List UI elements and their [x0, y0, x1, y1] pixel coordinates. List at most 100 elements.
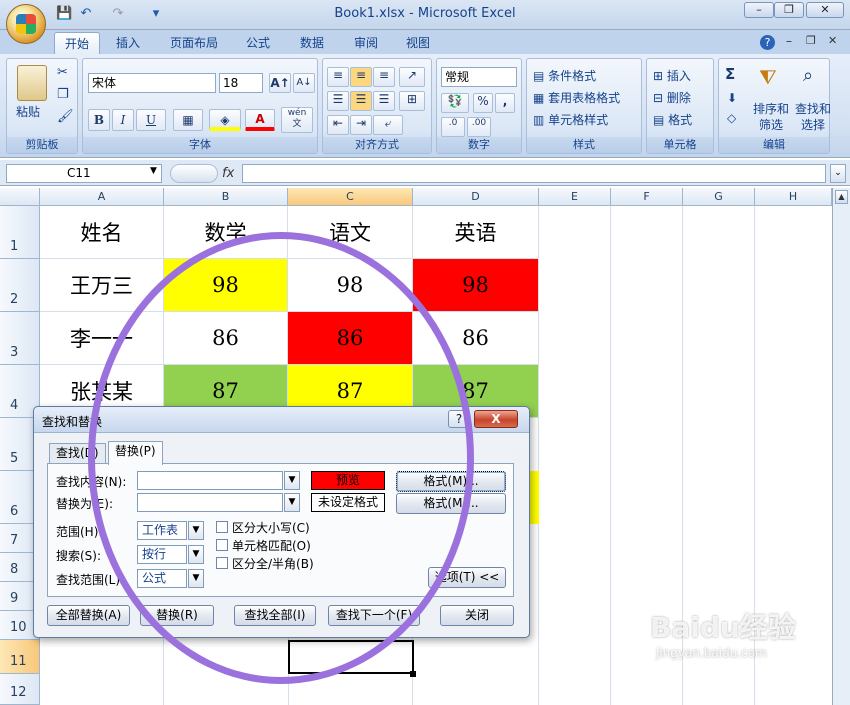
border-button[interactable]: ▦ — [173, 109, 203, 131]
column-header-h[interactable]: H — [755, 188, 832, 206]
expand-formula-icon[interactable]: ⌄ — [830, 164, 846, 183]
percent-button[interactable]: % — [473, 93, 493, 113]
orientation-button[interactable]: ↗ — [399, 67, 425, 87]
underline-button[interactable]: U — [136, 109, 166, 131]
font-color-button[interactable]: A — [245, 109, 275, 131]
copy-icon[interactable]: ❐ — [57, 87, 69, 102]
tab-home[interactable]: 开始 — [54, 32, 101, 54]
row-header-2[interactable]: 2 — [0, 259, 40, 312]
paste-label[interactable]: 粘贴 — [16, 103, 40, 120]
decrease-decimal-button[interactable]: .00 — [467, 117, 491, 137]
ribbon-minimize-icon[interactable]: – — [786, 34, 792, 48]
name-box[interactable]: C11 — [6, 164, 162, 183]
active-cell-c11[interactable] — [288, 640, 414, 674]
increase-indent-button[interactable]: ⇥ — [350, 115, 372, 135]
within-dropdown-icon[interactable]: ▼ — [188, 521, 204, 540]
dialog-close-button[interactable]: X — [474, 410, 518, 428]
currency-button[interactable]: 💱 — [441, 93, 469, 113]
format-painter-icon[interactable]: 🖌 — [57, 109, 74, 124]
column-header-c[interactable]: C — [288, 188, 413, 206]
column-header-f[interactable]: F — [611, 188, 683, 206]
tab-review[interactable]: 审阅 — [344, 32, 388, 54]
phonetic-button[interactable]: wén 文 — [281, 107, 313, 133]
align-right-button[interactable]: ☰ — [373, 91, 395, 111]
cell-d2[interactable]: 98 — [413, 259, 539, 312]
insert-function-icon[interactable]: fx — [222, 166, 234, 181]
find-next-button[interactable]: 查找下一个(F) — [328, 605, 420, 626]
replace-with-input[interactable] — [137, 493, 283, 512]
tab-replace[interactable]: 替换(P) — [108, 441, 163, 465]
shrink-font-button[interactable]: A↓ — [293, 73, 315, 93]
help-icon[interactable]: ? — [760, 35, 775, 50]
dialog-close-text-button[interactable]: 关闭 — [440, 605, 514, 626]
paste-icon[interactable] — [17, 65, 47, 101]
cell-b2[interactable]: 98 — [164, 259, 288, 312]
row-header-1[interactable]: 1 — [0, 206, 40, 259]
cell-d3[interactable]: 86 — [413, 312, 539, 365]
row-header-3[interactable]: 3 — [0, 312, 40, 365]
formula-divider-handle[interactable] — [170, 164, 218, 183]
find-all-button[interactable]: 查找全部(I) — [234, 605, 316, 626]
cell-b1[interactable]: 数学 — [164, 206, 288, 259]
cell-c1[interactable]: 语文 — [288, 206, 413, 259]
font-size-select[interactable]: 18 — [219, 73, 263, 93]
increase-decimal-button[interactable]: .0 — [441, 117, 465, 137]
align-left-button[interactable]: ☰ — [327, 91, 349, 111]
delete-cells-button[interactable]: ⊟ 删除 — [653, 89, 691, 106]
cell-c2[interactable]: 98 — [288, 259, 413, 312]
search-dropdown-icon[interactable]: ▼ — [188, 545, 204, 564]
minimize-button[interactable]: – — [744, 2, 774, 18]
match-byte-label[interactable]: 区分全/半角(B) — [232, 555, 314, 572]
find-select-label[interactable]: 查找和 选择 — [795, 101, 831, 133]
cut-icon[interactable]: ✂ — [57, 65, 68, 80]
row-header-12[interactable]: 12 — [0, 674, 40, 705]
search-select[interactable]: 按行 — [137, 545, 187, 564]
replace-button[interactable]: 替换(R) — [140, 605, 214, 626]
replace-format-button[interactable]: 格式(M)... — [396, 493, 506, 514]
ribbon-close-icon[interactable]: ✕ — [828, 34, 837, 47]
match-case-label[interactable]: 区分大小写(C) — [232, 519, 310, 536]
sort-filter-label[interactable]: 排序和 筛选 — [753, 101, 789, 133]
select-all-corner[interactable] — [0, 188, 40, 206]
restore-button[interactable]: ❐ — [774, 2, 804, 18]
empty-grid-area-top[interactable] — [539, 206, 832, 418]
formula-input[interactable] — [242, 164, 826, 183]
tab-find[interactable]: 查找(D) — [49, 443, 106, 464]
insert-cells-button[interactable]: ⊞ 插入 — [653, 67, 691, 84]
tab-data[interactable]: 数据 — [290, 32, 334, 54]
align-bottom-button[interactable]: ≡ — [373, 67, 395, 87]
options-button[interactable]: 选项(T) << — [428, 567, 506, 588]
tab-formulas[interactable]: 公式 — [236, 32, 280, 54]
look-in-select[interactable]: 公式 — [137, 569, 187, 588]
replace-all-button[interactable]: 全部替换(A) — [47, 605, 130, 626]
merge-center-button[interactable]: ⊞ — [399, 91, 425, 111]
name-box-dropdown-icon[interactable]: ▼ — [150, 166, 157, 176]
match-entire-cell-label[interactable]: 单元格匹配(O) — [232, 537, 311, 554]
scroll-up-icon[interactable]: ▲ — [835, 190, 848, 204]
cell-d1[interactable]: 英语 — [413, 206, 539, 259]
cell-b3[interactable]: 86 — [164, 312, 288, 365]
look-in-dropdown-icon[interactable]: ▼ — [188, 569, 204, 588]
format-as-table-button[interactable]: ▦ 套用表格格式 — [533, 89, 620, 106]
clear-icon[interactable]: ◇ — [727, 111, 736, 125]
cell-c3[interactable]: 86 — [288, 312, 413, 365]
align-center-button[interactable]: ☰ — [350, 91, 372, 111]
tab-page-layout[interactable]: 页面布局 — [160, 32, 228, 54]
cell-a1[interactable]: 姓名 — [40, 206, 164, 259]
fill-handle[interactable] — [410, 671, 416, 677]
cell-a2[interactable]: 王万三 — [40, 259, 164, 312]
cell-styles-button[interactable]: ▥ 单元格样式 — [533, 111, 608, 128]
conditional-formatting-button[interactable]: ▤ 条件格式 — [533, 67, 596, 84]
number-format-select[interactable]: 常规 — [441, 67, 517, 87]
tab-view[interactable]: 视图 — [396, 32, 440, 54]
font-name-select[interactable]: 宋体 — [88, 73, 216, 93]
format-cells-button[interactable]: ▤ 格式 — [653, 111, 692, 128]
column-header-g[interactable]: G — [683, 188, 755, 206]
find-format-button[interactable]: 格式(M)... — [396, 471, 506, 492]
close-window-button[interactable]: ✕ — [806, 2, 844, 18]
decrease-indent-button[interactable]: ⇤ — [327, 115, 349, 135]
column-header-d[interactable]: D — [413, 188, 539, 206]
match-entire-cell-checkbox[interactable] — [216, 539, 228, 551]
ribbon-restore-icon[interactable]: ❐ — [806, 34, 816, 47]
column-header-a[interactable]: A — [40, 188, 164, 206]
